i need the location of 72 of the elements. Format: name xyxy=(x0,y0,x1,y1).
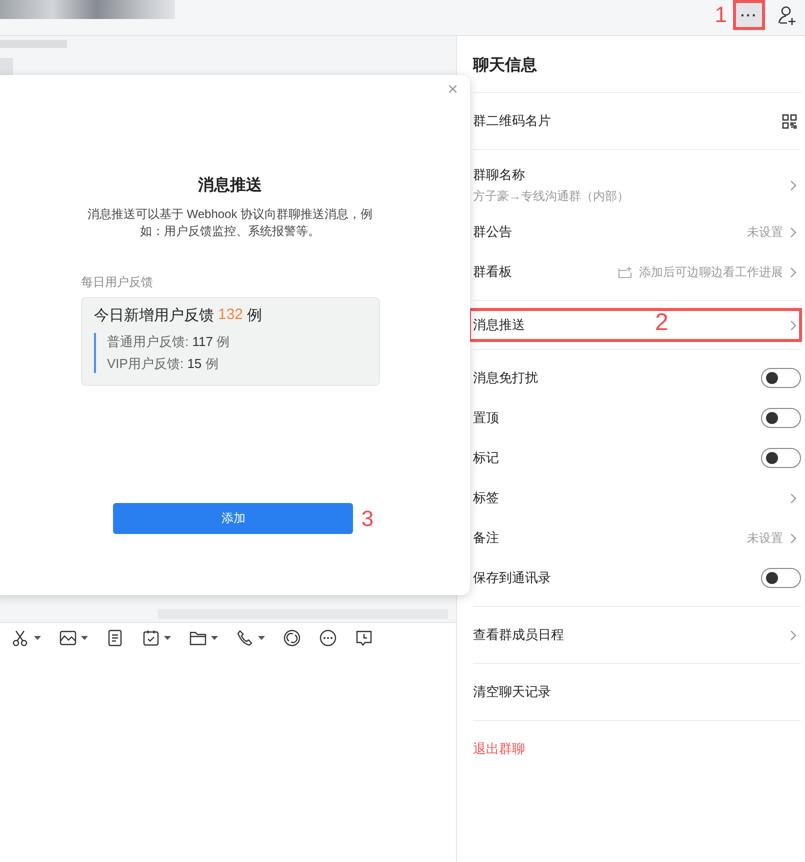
settings-row[interactable]: 备注 未设置 xyxy=(473,518,801,558)
chevron-right-icon xyxy=(790,532,797,544)
chevron-right-icon xyxy=(790,320,797,330)
caret-icon[interactable] xyxy=(164,636,171,640)
settings-row[interactable]: 消息免打扰 xyxy=(473,358,801,398)
row-label: 查看群成员日程 xyxy=(473,626,564,644)
dialog-description: 消息推送可以基于 Webhook 协议向群聊推送消息，例如：用户反馈监控、系统报警等。 xyxy=(86,206,374,240)
scissors-icon[interactable] xyxy=(12,629,30,647)
more-circle-icon[interactable] xyxy=(319,629,337,647)
chevron-right-icon xyxy=(790,180,797,190)
settings-row[interactable]: 群看板 添加后可边聊边看工作进展 xyxy=(473,252,801,292)
row-label: 标记 xyxy=(473,449,499,467)
row-label: 置顶 xyxy=(473,409,499,427)
row-label: 保存到通讯录 xyxy=(473,569,551,587)
calendar-check-icon[interactable] xyxy=(142,629,160,647)
row-value: 添加后可边聊边看工作进展 xyxy=(639,264,783,280)
annotation-number: 1 xyxy=(714,4,727,26)
annotation-number: 2 xyxy=(655,311,668,335)
chevron-right-icon xyxy=(790,630,797,640)
panel-title: 聊天信息 xyxy=(473,36,801,93)
image-icon[interactable] xyxy=(59,629,77,647)
add-button[interactable]: 添加 xyxy=(113,503,354,534)
row-subtitle: 方子豪→专线沟通群（内部） xyxy=(473,188,629,204)
settings-row[interactable]: 保存到通讯录 xyxy=(473,558,801,598)
settings-row[interactable]: 标记 xyxy=(473,438,801,478)
row-label: 清空聊天记录 xyxy=(473,683,551,701)
row-label: 群聊名称 xyxy=(473,166,526,184)
row-label: 群公告 xyxy=(473,223,512,241)
folder-icon[interactable] xyxy=(189,629,207,647)
feedback-line: VIP用户反馈: 15 例 xyxy=(107,355,220,373)
settings-row[interactable]: 标签 xyxy=(473,478,801,518)
phone-icon[interactable] xyxy=(236,629,254,647)
settings-row[interactable]: 群聊名称 方子豪→专线沟通群（内部） xyxy=(473,158,801,212)
settings-row[interactable]: 查看群成员日程 xyxy=(473,615,801,655)
caret-icon[interactable] xyxy=(34,636,41,640)
row-label: 退出群聊 xyxy=(473,740,525,758)
caret-icon[interactable] xyxy=(81,636,88,640)
settings-row[interactable]: 置顶 xyxy=(473,398,801,438)
more-button[interactable]: ··· xyxy=(733,0,765,30)
document-icon[interactable] xyxy=(106,629,124,647)
row-label: 标签 xyxy=(473,489,499,507)
chat-clock-icon[interactable] xyxy=(355,629,373,647)
chevron-right-icon xyxy=(790,226,797,238)
toggle-switch[interactable] xyxy=(761,408,801,428)
dialog-title: 消息推送 xyxy=(198,176,262,196)
feedback-line: 普通用户反馈: 117 例 xyxy=(107,333,231,351)
settings-row[interactable]: 消息推送 2 xyxy=(469,309,801,341)
caret-icon[interactable] xyxy=(258,636,265,640)
settings-row[interactable]: 清空聊天记录 xyxy=(473,672,801,712)
example-label: 每日用户反馈 xyxy=(81,274,153,291)
settings-row[interactable]: 群公告 未设置 xyxy=(473,212,801,252)
row-label: 群二维码名片 xyxy=(473,112,551,130)
chevron-right-icon xyxy=(790,492,797,504)
caret-icon[interactable] xyxy=(211,636,218,640)
toggle-switch[interactable] xyxy=(761,368,801,388)
qr-code-icon[interactable] xyxy=(782,114,797,128)
card-title: 今日新增用户反馈 xyxy=(94,306,214,325)
row-label: 群看板 xyxy=(473,263,512,281)
card-title-unit: 例 xyxy=(247,306,262,325)
row-value: 未设置 xyxy=(747,530,783,546)
feedback-count: 132 xyxy=(218,306,244,325)
toggle-switch[interactable] xyxy=(761,568,801,588)
board-icon xyxy=(618,266,632,278)
sync-circle-icon[interactable] xyxy=(283,629,301,647)
settings-row[interactable]: 群二维码名片 xyxy=(473,101,801,141)
chevron-right-icon xyxy=(790,266,797,278)
row-label: 备注 xyxy=(473,529,499,547)
annotation-number: 3 xyxy=(361,508,374,530)
row-label: 消息免打扰 xyxy=(473,369,538,387)
row-value: 未设置 xyxy=(747,224,783,240)
row-label: 消息推送 xyxy=(473,316,525,334)
toggle-switch[interactable] xyxy=(761,448,801,468)
